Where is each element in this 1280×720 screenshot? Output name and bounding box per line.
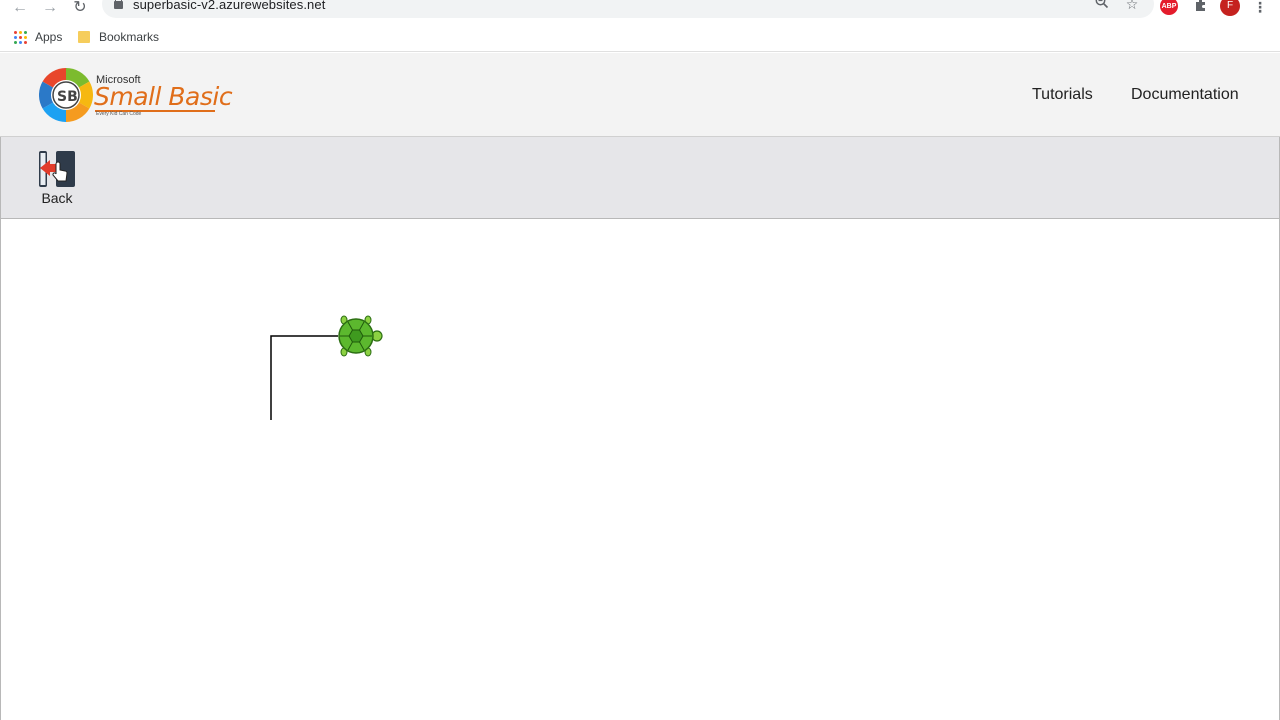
program-toolbar: Back bbox=[0, 137, 1280, 219]
profile-avatar[interactable]: F bbox=[1220, 0, 1240, 16]
bookmark-apps-label: Apps bbox=[35, 30, 63, 44]
adblock-plus-icon[interactable]: ABP bbox=[1160, 0, 1178, 15]
brand-title: Small Basic bbox=[94, 82, 233, 111]
browser-toolbar: ← → ↻ superbasic-v2.azurewebsites.net ☆ … bbox=[0, 0, 1280, 22]
brand-tagline: Every Kid Can Code bbox=[96, 111, 142, 117]
bookmarks-bar: Apps Bookmarks bbox=[0, 22, 1280, 52]
url-text: superbasic-v2.azurewebsites.net bbox=[133, 0, 326, 12]
bookmark-star-icon[interactable]: ☆ bbox=[1123, 0, 1141, 13]
nav-tutorials[interactable]: Tutorials bbox=[1032, 86, 1093, 104]
back-arrow-icon[interactable]: ← bbox=[9, 0, 31, 19]
browser-menu-icon[interactable]: ⋮ bbox=[1250, 0, 1270, 18]
lock-icon bbox=[114, 0, 123, 9]
svg-text:SB: SB bbox=[57, 89, 78, 105]
zoom-icon[interactable] bbox=[1093, 0, 1111, 13]
bookmark-folder-label: Bookmarks bbox=[99, 30, 160, 44]
bookmark-folder[interactable]: Bookmarks bbox=[78, 28, 159, 46]
forward-arrow-icon[interactable]: → bbox=[39, 0, 61, 19]
back-icon bbox=[39, 151, 75, 187]
address-bar[interactable]: superbasic-v2.azurewebsites.net ☆ bbox=[102, 0, 1154, 18]
folder-icon bbox=[78, 31, 90, 43]
turtle-trail-line bbox=[270, 335, 338, 420]
small-basic-logo-icon[interactable]: SB bbox=[38, 67, 94, 123]
back-label: Back bbox=[41, 190, 73, 206]
turtle-canvas[interactable] bbox=[0, 219, 1280, 720]
reload-icon[interactable]: ↻ bbox=[69, 0, 91, 19]
bookmark-apps[interactable]: Apps bbox=[14, 28, 62, 46]
site-header: SB Microsoft Small Basic Every Kid Can C… bbox=[0, 53, 1280, 137]
back-button[interactable]: Back bbox=[34, 149, 80, 207]
extensions-icon[interactable] bbox=[1190, 0, 1210, 18]
apps-grid-icon bbox=[14, 30, 27, 44]
nav-documentation[interactable]: Documentation bbox=[1131, 86, 1239, 104]
turtle-icon bbox=[338, 315, 383, 357]
